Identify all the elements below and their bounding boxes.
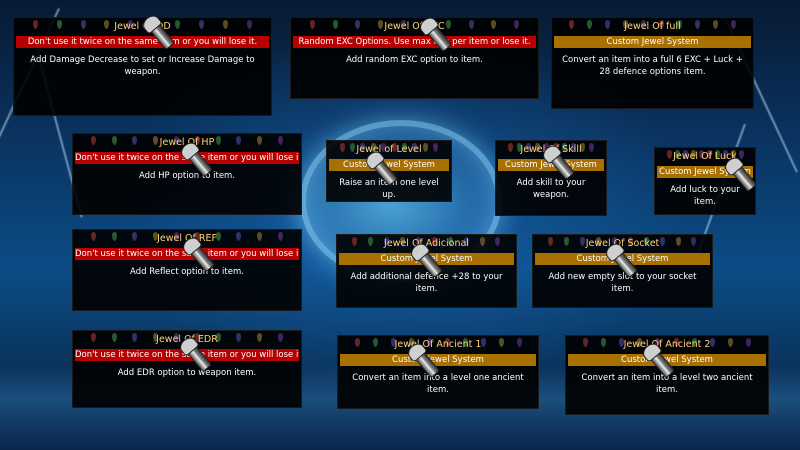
system-bar: Custom Jewel System <box>340 354 536 366</box>
tooltip-description: Convert an item into a full 6 EXC + Luck… <box>562 55 743 77</box>
tooltip-title: Jewel Of full <box>624 21 681 32</box>
tooltip-description: Add new empty slot to your socket item. <box>548 272 697 294</box>
warning-bar: Don't use it twice on the same item or y… <box>16 36 269 48</box>
tooltip-description: Add additional defence +28 to your item. <box>350 272 503 294</box>
tooltip-title: Jewel of Level <box>356 144 422 155</box>
tooltip-description: Add luck to your item. <box>670 185 740 207</box>
system-bar: Custom Jewel System <box>554 36 751 48</box>
tooltip-title: Jewel Of Ancient 2 <box>623 339 711 350</box>
tooltip-description: Add Reflect option to item. <box>130 267 244 277</box>
tooltip-jewel-full: Jewel Of full Custom Jewel System Conver… <box>551 17 754 109</box>
tooltip-description: Add HP option to item. <box>138 171 236 181</box>
tooltip-jewel-dd: Jewel Of DD Don't use it twice on the sa… <box>13 17 272 116</box>
tooltip-title: Jewel Of EXC <box>384 21 445 32</box>
tooltip-title: Jewel Of Ancient 1 <box>394 339 482 350</box>
warning-bar: Random EXC Options. Use max one per item… <box>293 36 536 48</box>
tooltip-description: Add random EXC option to item. <box>346 55 483 65</box>
tooltip-jewel-exc: Jewel Of EXC Random EXC Options. Use max… <box>290 17 539 99</box>
tooltip-description: Add EDR option to weapon item. <box>117 368 257 378</box>
tooltip-description: Add Damage Decrease to set or Increase D… <box>30 55 255 77</box>
tooltip-description: Add skill to your weapon. <box>516 178 586 200</box>
tooltip-description: Convert an item into a level one ancient… <box>352 373 524 395</box>
